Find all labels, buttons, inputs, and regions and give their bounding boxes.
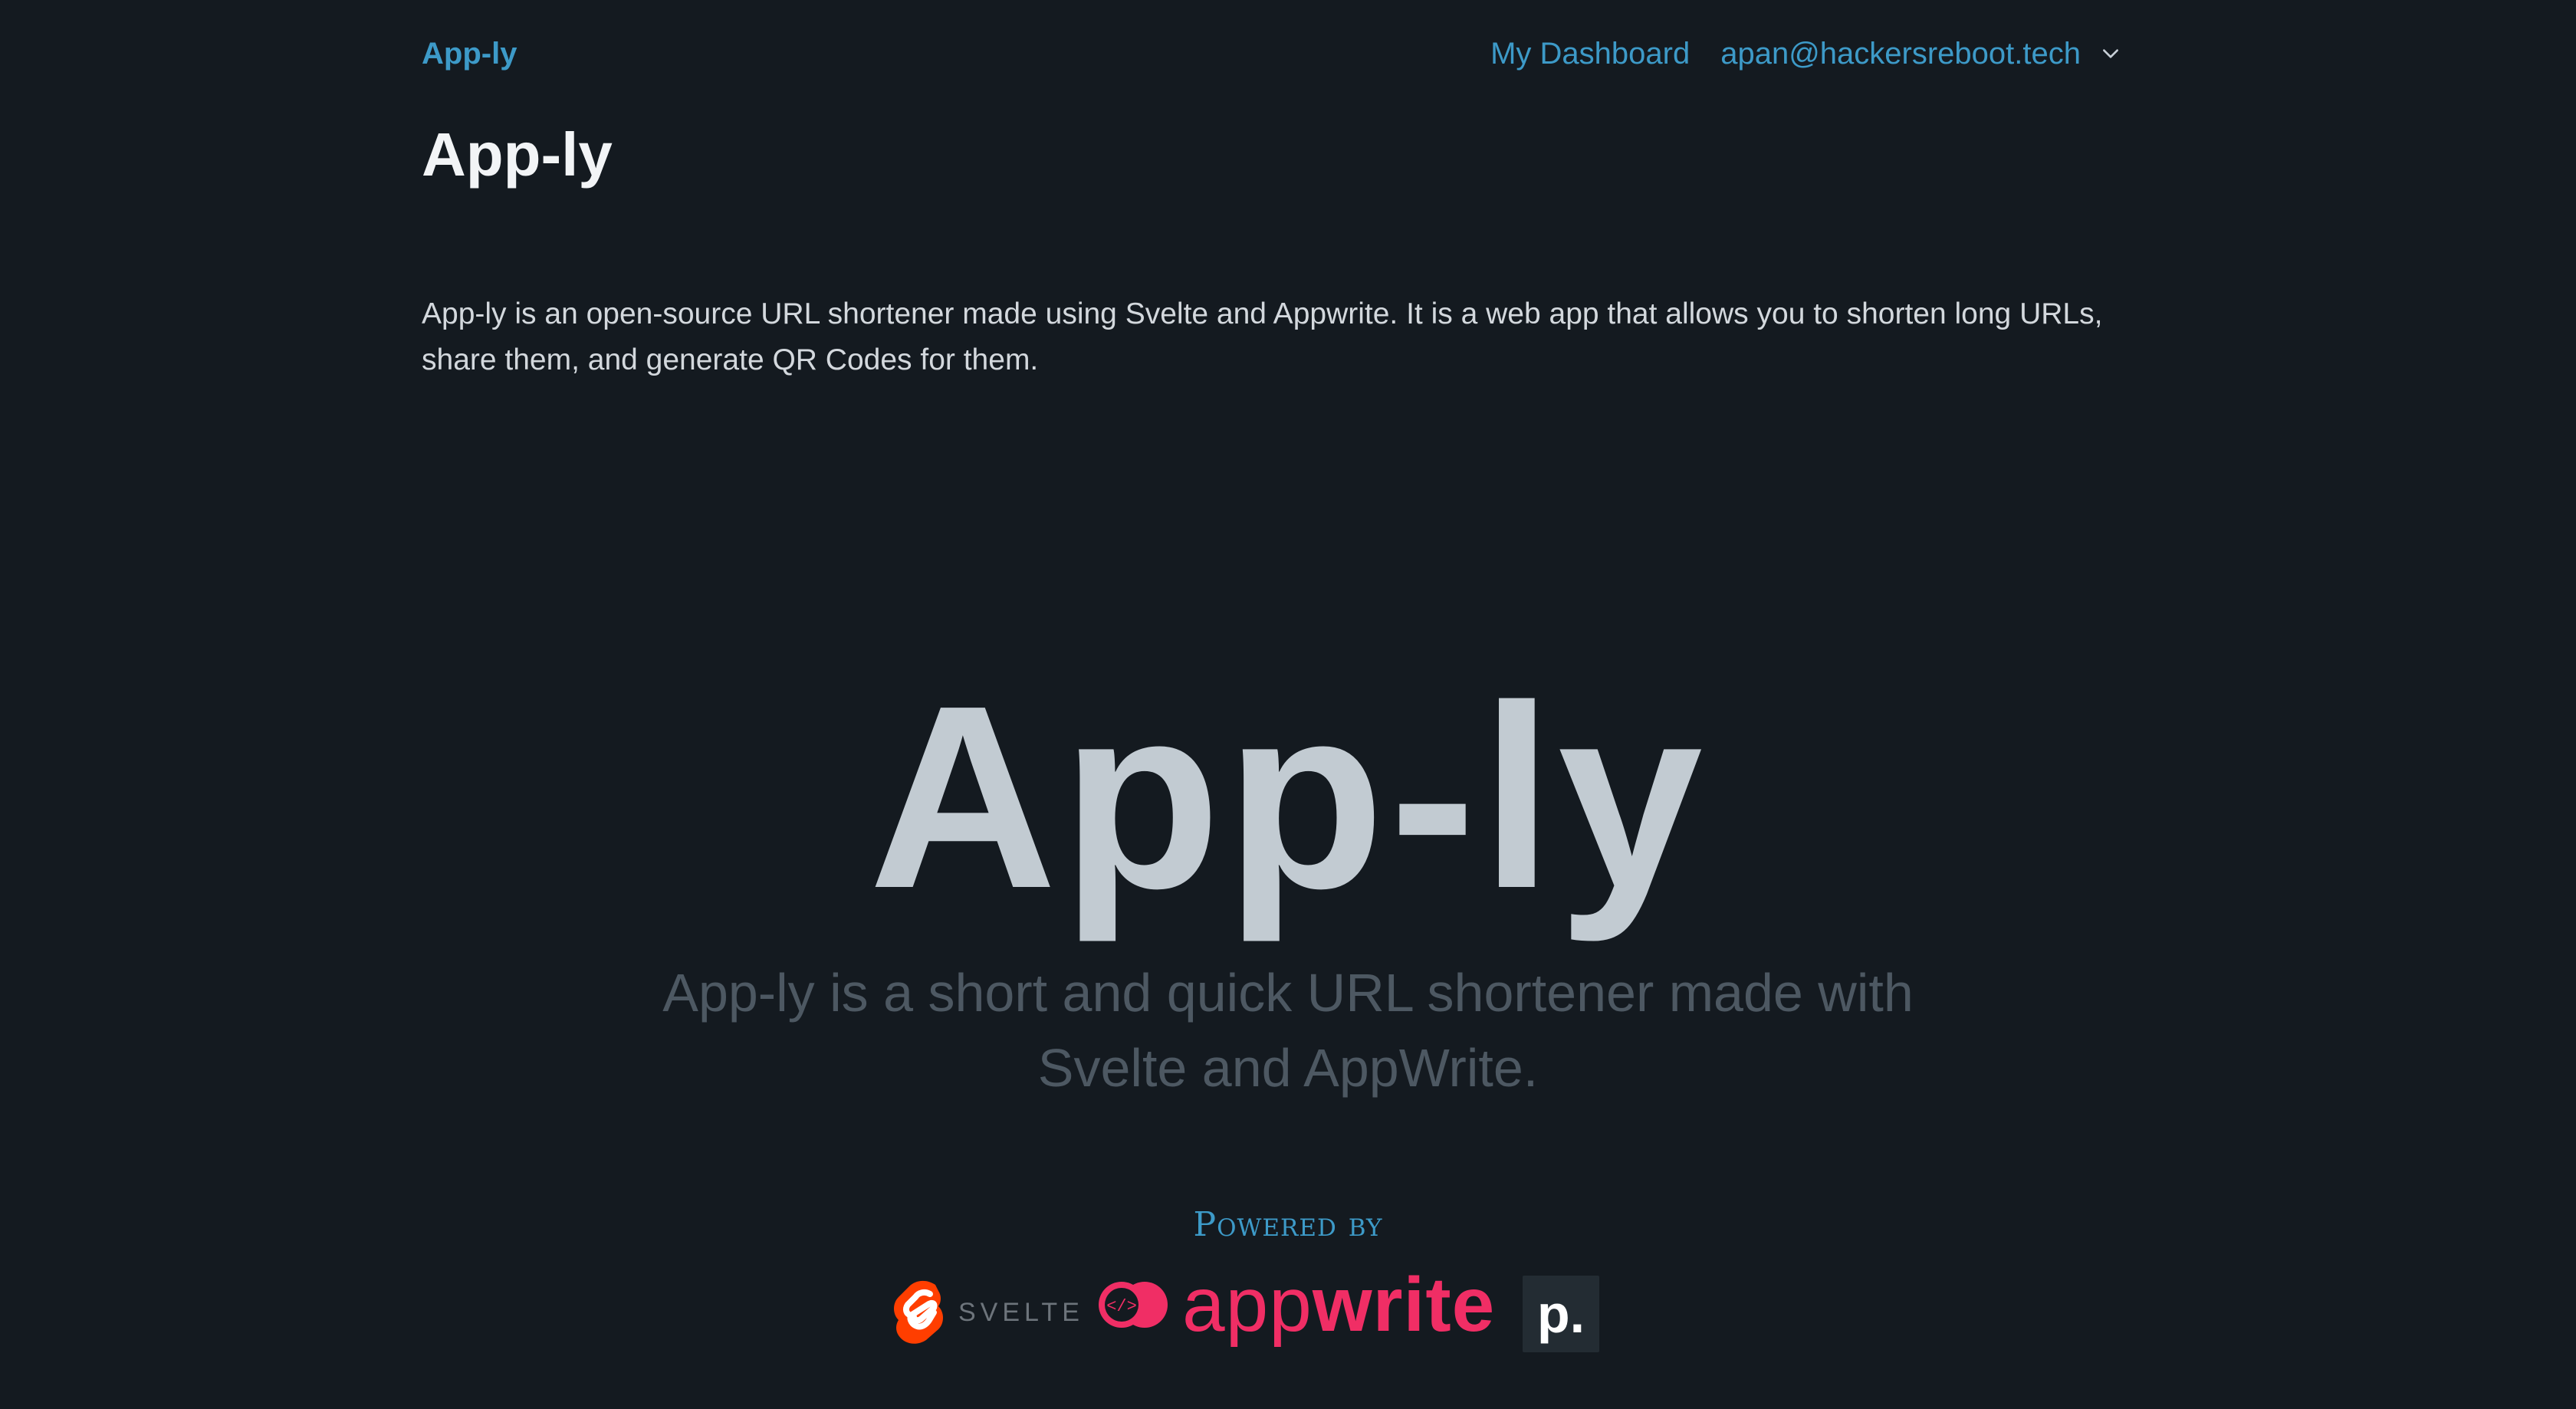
sponsor-logos: SVELTE </> appwrite p. — [888, 1266, 1685, 1358]
svelte-wordmark: SVELTE — [958, 1297, 1084, 1327]
svelte-logo[interactable]: SVELTE — [888, 1274, 1084, 1351]
page-description: App-ly is an open-source URL shortener m… — [422, 297, 2103, 376]
my-dashboard-link[interactable]: My Dashboard — [1490, 34, 1690, 74]
appwrite-icon: </> — [1099, 1282, 1168, 1328]
appwrite-wordmark-app: app — [1182, 1262, 1313, 1348]
powered-by-label: Powered by — [1193, 1205, 1383, 1244]
user-email: apan@hackersreboot.tech — [1720, 37, 2081, 71]
hero-subtitle: App-ly is a short and quick URL shortene… — [662, 963, 1914, 1098]
appwrite-wordmark: appwrite — [1182, 1266, 1495, 1343]
appwrite-logo[interactable]: </> appwrite — [1095, 1266, 1495, 1343]
pipedream-logo[interactable]: p. — [1523, 1276, 1599, 1352]
chevron-down-icon — [2103, 49, 2118, 58]
nav-brand-link[interactable]: App-ly — [422, 34, 517, 74]
page-title: App-ly — [422, 120, 613, 189]
svg-text:</>: </> — [1106, 1297, 1137, 1316]
nav-links: My Dashboard apan@hackersreboot.tech — [1490, 34, 2121, 74]
page: App-ly My Dashboard apan@hackersreboot.t… — [0, 0, 2576, 1409]
hero-title: App-ly — [869, 652, 1707, 943]
user-menu[interactable]: apan@hackersreboot.tech — [1720, 34, 2121, 74]
appwrite-wordmark-write: write — [1312, 1262, 1496, 1348]
svelte-icon — [894, 1280, 943, 1344]
